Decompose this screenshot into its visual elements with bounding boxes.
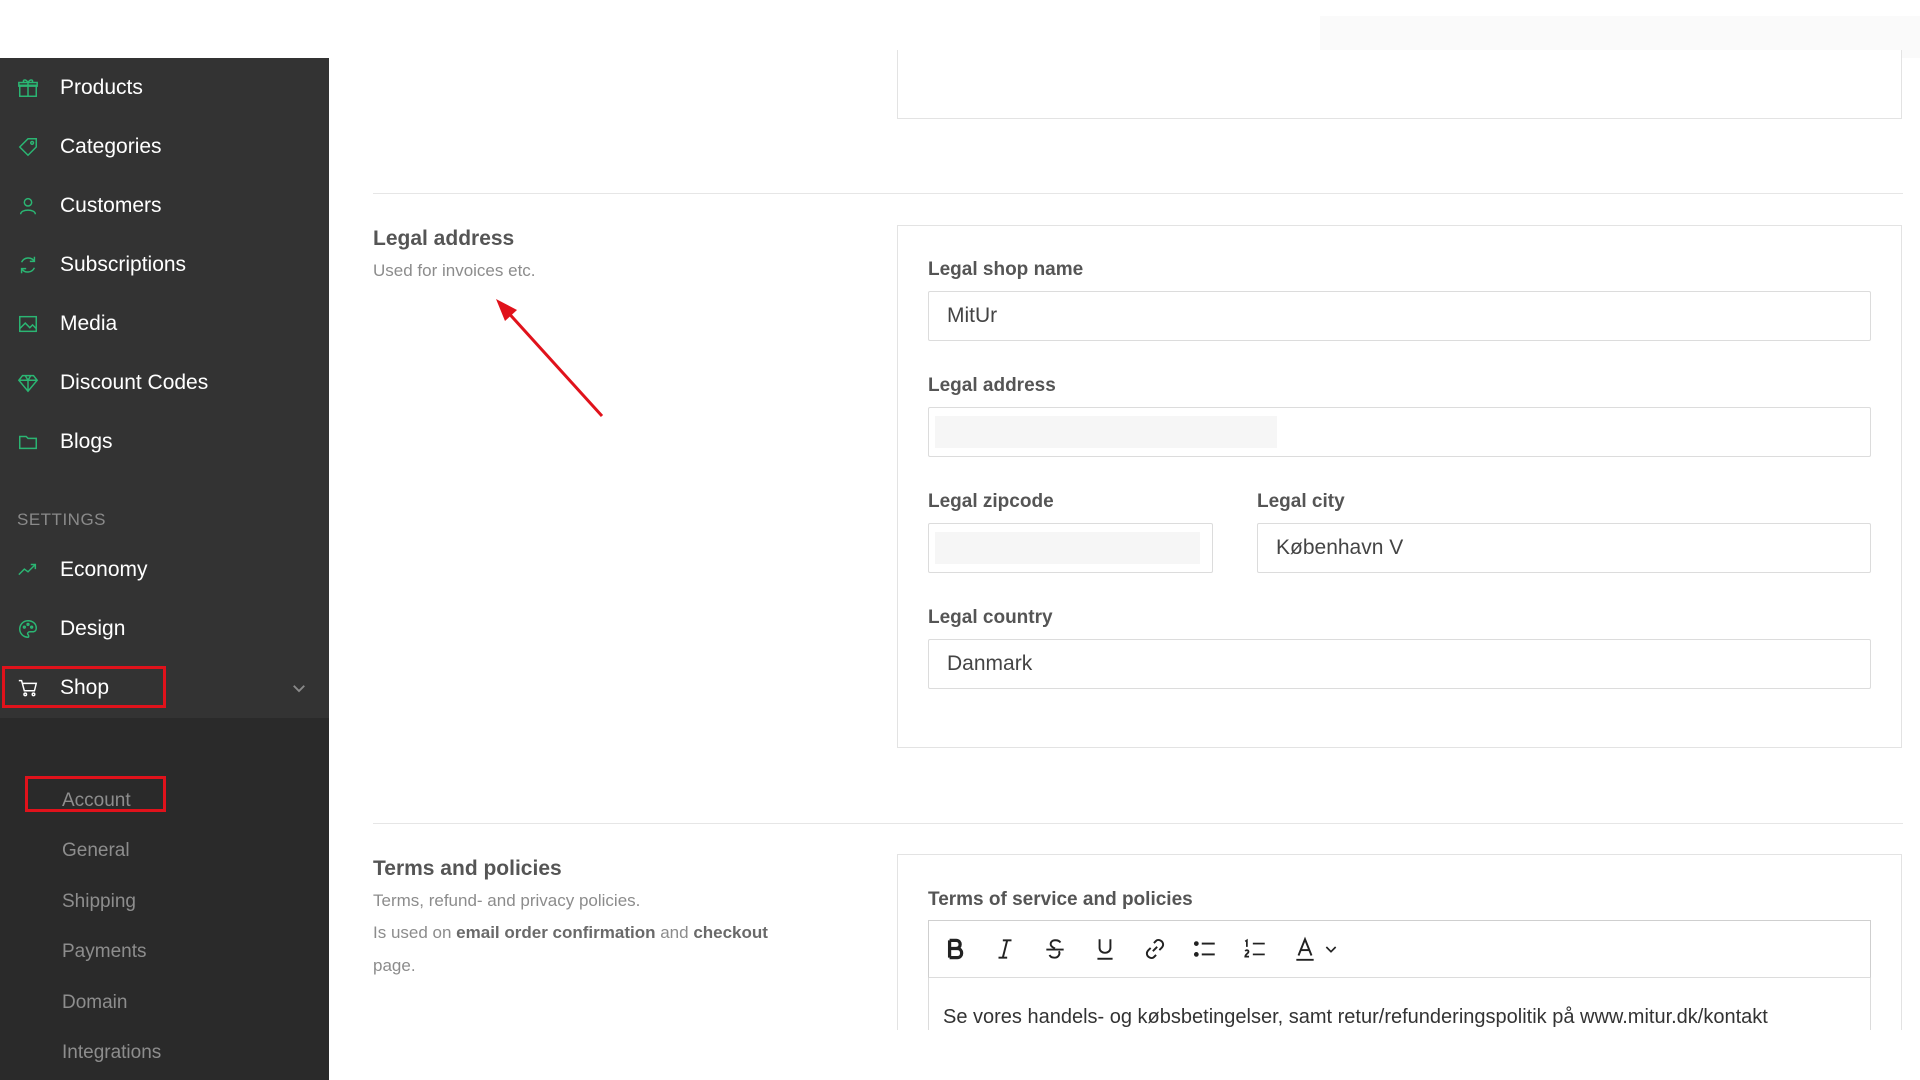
trend-icon: [16, 558, 40, 582]
legal-section-description: Used for invoices etc.: [373, 261, 536, 280]
link-button[interactable]: [1137, 931, 1173, 967]
text-color-icon: [1296, 936, 1314, 961]
annotation-box-shop: [2, 666, 166, 708]
sidebar-item-media[interactable]: Media: [0, 298, 329, 350]
numbered-list-icon: [1244, 938, 1265, 958]
submenu-item-domain[interactable]: Domain: [62, 992, 127, 1014]
text-fragment: and: [655, 923, 694, 942]
terms-editor-text: Se vores handels- og købsbetingelser, sa…: [943, 1006, 1768, 1028]
sidebar-item-blogs[interactable]: Blogs: [0, 416, 329, 468]
submenu-item-payments[interactable]: Payments: [62, 941, 146, 963]
link-icon: [1145, 939, 1165, 959]
chevron-down-icon[interactable]: [290, 679, 308, 697]
submenu-item-integrations[interactable]: Integrations: [62, 1042, 161, 1064]
sidebar: Products Categories Customers Subscripti…: [0, 58, 329, 1080]
settings-section-header: SETTINGS: [17, 510, 107, 529]
sidebar-item-categories[interactable]: Categories: [0, 121, 329, 173]
terms-description-line2: Is used on email order confirmation and …: [373, 923, 768, 943]
numbered-list-button[interactable]: [1237, 931, 1273, 967]
shop-submenu: Account General Shipping Payments Domain…: [0, 718, 329, 1080]
legal-shop-name-label: Legal shop name: [928, 259, 1084, 280]
legal-country-label: Legal country: [928, 607, 1053, 628]
italic-button[interactable]: [987, 931, 1023, 967]
terms-description-line3: page.: [373, 956, 416, 975]
underline-button[interactable]: [1087, 931, 1123, 967]
submenu-item-shipping[interactable]: Shipping: [62, 891, 136, 913]
terms-editor-label: Terms of service and policies: [928, 889, 1193, 910]
chevron-down-icon: [1325, 946, 1337, 953]
bold-icon: [947, 938, 964, 960]
previous-section-card: [897, 50, 1902, 119]
sidebar-item-label: Products: [60, 76, 143, 99]
image-icon: [16, 312, 40, 336]
sidebar-item-label: Subscriptions: [60, 253, 187, 276]
sidebar-item-label: Categories: [60, 135, 162, 158]
folder-icon: [16, 430, 40, 454]
legal-address-label: Legal address: [928, 375, 1056, 396]
legal-city-input[interactable]: [1257, 523, 1871, 573]
sidebar-item-economy[interactable]: Economy: [0, 544, 329, 596]
legal-country-input[interactable]: [928, 639, 1871, 689]
sidebar-item-label: Economy: [60, 558, 148, 581]
text-color-button[interactable]: [1287, 931, 1323, 967]
submenu-item-general[interactable]: General: [62, 840, 130, 862]
sidebar-item-label: Blogs: [60, 430, 113, 453]
annotation-box-general: [25, 776, 166, 812]
text-fragment: Is used on: [373, 923, 457, 942]
terms-editor-content[interactable]: Se vores handels- og købsbetingelser, sa…: [928, 978, 1871, 1030]
legal-shop-name-input[interactable]: [928, 291, 1871, 341]
sidebar-item-label: Media: [60, 312, 118, 335]
annotation-arrow: [496, 299, 604, 418]
strikethrough-button[interactable]: [1037, 931, 1073, 967]
bullet-list-button[interactable]: [1187, 931, 1223, 967]
underline-icon: [1097, 939, 1113, 960]
sidebar-item-subscriptions[interactable]: Subscriptions: [0, 239, 329, 291]
sidebar-item-label: Design: [60, 617, 126, 640]
sidebar-item-discount-codes[interactable]: Discount Codes: [0, 357, 329, 409]
diamond-icon: [16, 371, 40, 395]
bullet-list-icon: [1193, 941, 1215, 957]
bold-button[interactable]: [937, 931, 973, 967]
tag-icon: [16, 135, 40, 159]
section-divider: [373, 823, 1903, 824]
refresh-icon: [16, 253, 40, 277]
terms-section-title: Terms and policies: [373, 857, 562, 880]
text-color-dropdown[interactable]: [1319, 931, 1343, 967]
section-divider: [373, 193, 1903, 194]
palette-icon: [16, 617, 40, 641]
editor-toolbar: [928, 920, 1871, 978]
sidebar-item-products[interactable]: Products: [0, 62, 329, 114]
strikethrough-icon: [1046, 939, 1064, 959]
legal-section-title: Legal address: [373, 227, 515, 250]
bold-email-order-confirmation: email order confirmation: [456, 923, 656, 942]
sidebar-item-label: Customers: [60, 194, 162, 217]
redacted-value: [935, 416, 1277, 448]
sidebar-item-design[interactable]: Design: [0, 603, 329, 655]
bold-checkout: checkout: [693, 923, 768, 942]
terms-description-line1: Terms, refund- and privacy policies.: [373, 891, 641, 910]
legal-zipcode-label: Legal zipcode: [928, 491, 1054, 512]
legal-city-label: Legal city: [1257, 491, 1345, 512]
italic-icon: [998, 939, 1012, 959]
user-icon: [16, 194, 40, 218]
sidebar-item-label: Discount Codes: [60, 371, 209, 394]
sidebar-item-customers[interactable]: Customers: [0, 180, 329, 232]
gift-icon: [16, 76, 40, 100]
redacted-value: [935, 532, 1200, 564]
